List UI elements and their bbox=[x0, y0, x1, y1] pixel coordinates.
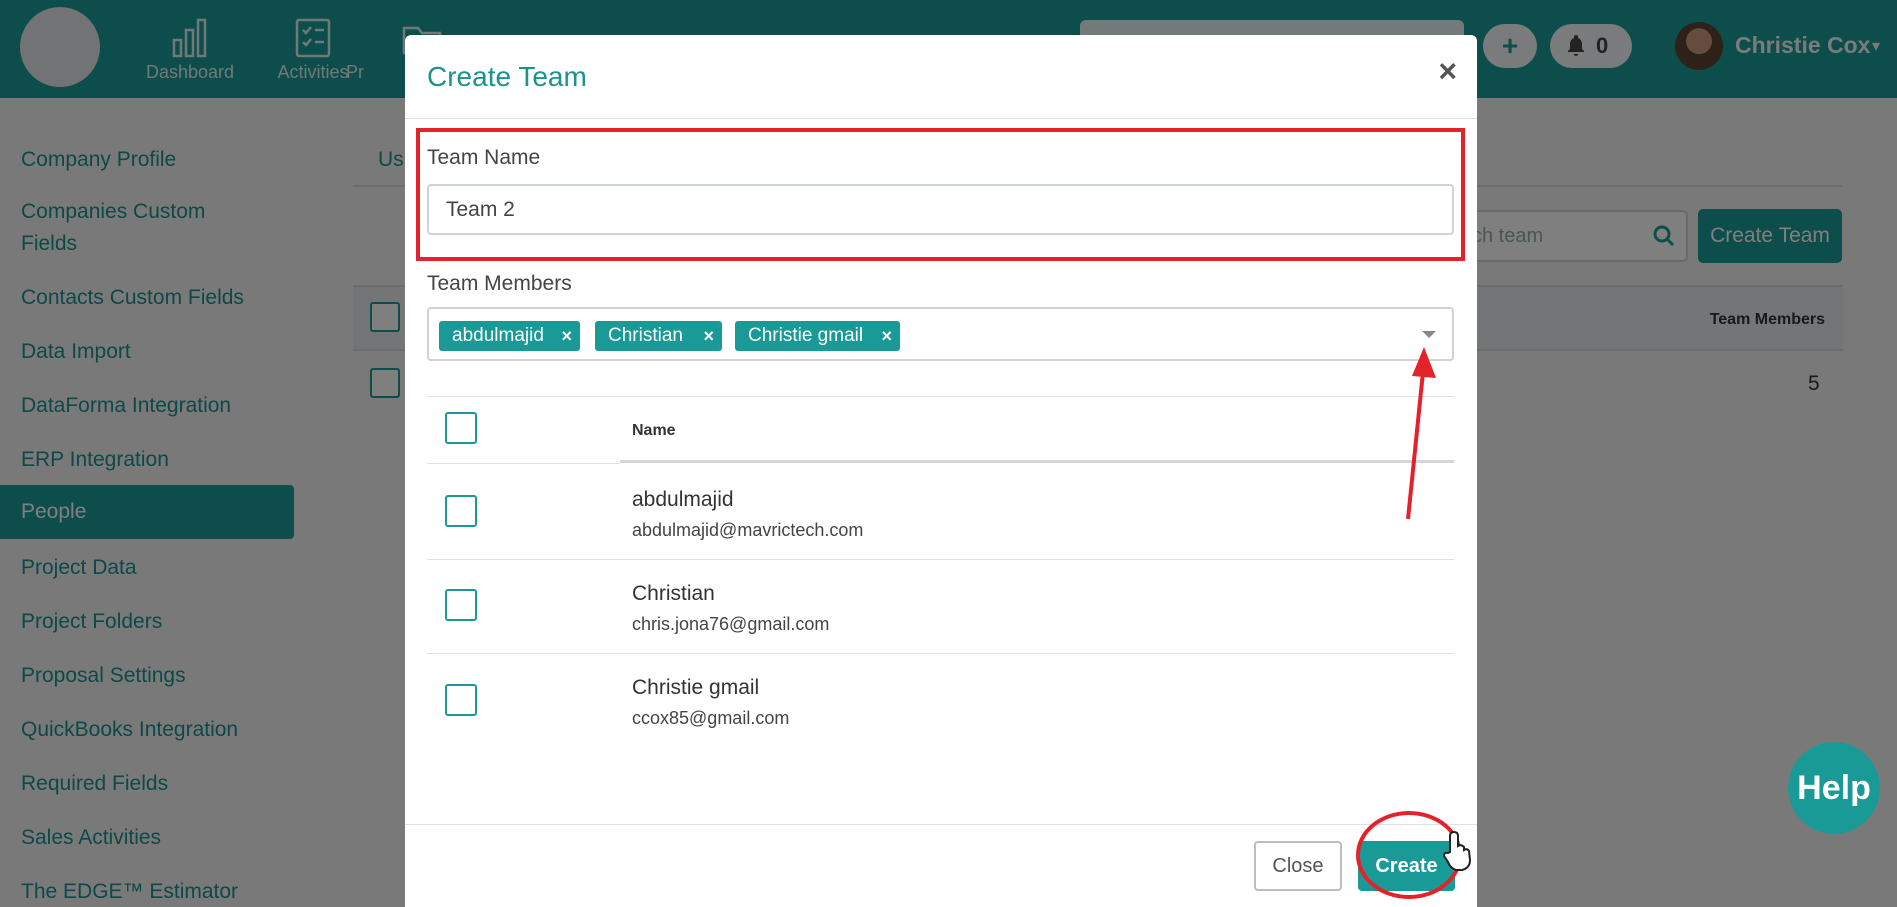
row-divider bbox=[427, 653, 1454, 654]
name-column-header: Name bbox=[632, 422, 676, 439]
member-name: Christian bbox=[632, 582, 715, 605]
close-button[interactable]: Close bbox=[1254, 841, 1342, 891]
member-tag-label: Christie gmail bbox=[748, 325, 864, 346]
table-header-divider bbox=[620, 460, 1454, 463]
table-header-divider bbox=[427, 463, 620, 464]
row-divider bbox=[427, 559, 1454, 560]
modal-header: Create Team × bbox=[405, 35, 1477, 119]
team-name-label: Team Name bbox=[427, 146, 541, 169]
member-tag-label: abdulmajid bbox=[452, 325, 544, 346]
team-members-select[interactable]: abdulmajid × Christian × Christie gmail … bbox=[427, 307, 1454, 361]
member-row-checkbox[interactable] bbox=[445, 684, 477, 716]
member-tag: Christie gmail × bbox=[735, 321, 900, 351]
member-name: Christie gmail bbox=[632, 676, 760, 699]
members-table-top-border bbox=[427, 396, 1454, 397]
member-name: abdulmajid bbox=[632, 488, 734, 511]
member-tag: Christian × bbox=[595, 321, 722, 351]
team-members-label: Team Members bbox=[427, 272, 572, 295]
member-row-checkbox[interactable] bbox=[445, 495, 477, 527]
remove-tag-icon[interactable]: × bbox=[703, 321, 714, 351]
help-button[interactable]: Help bbox=[1788, 742, 1880, 834]
member-email: chris.jona76@gmail.com bbox=[632, 614, 830, 634]
member-row-checkbox[interactable] bbox=[445, 589, 477, 621]
dropdown-caret-icon[interactable] bbox=[1422, 331, 1436, 338]
team-name-input[interactable]: Team 2 bbox=[427, 184, 1454, 235]
close-icon[interactable]: × bbox=[1438, 55, 1457, 87]
remove-tag-icon[interactable]: × bbox=[881, 321, 892, 351]
member-tag-label: Christian bbox=[608, 325, 683, 346]
member-tag: abdulmajid × bbox=[439, 321, 580, 351]
member-email: ccox85@gmail.com bbox=[632, 708, 790, 728]
create-button[interactable]: Create bbox=[1358, 841, 1455, 891]
create-team-modal: Create Team × Team Name Team 2 Team Memb… bbox=[405, 35, 1477, 907]
member-email: abdulmajid@mavrictech.com bbox=[632, 520, 864, 540]
select-all-members-checkbox[interactable] bbox=[445, 412, 477, 444]
remove-tag-icon[interactable]: × bbox=[561, 321, 572, 351]
modal-title: Create Team bbox=[427, 61, 587, 92]
